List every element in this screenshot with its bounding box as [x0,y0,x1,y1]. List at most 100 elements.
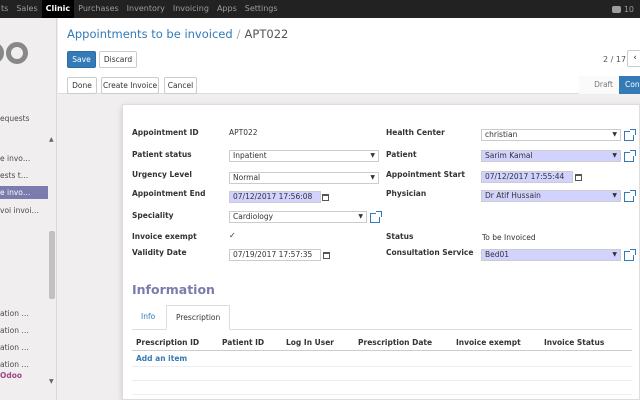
external-link-icon[interactable] [624,190,636,202]
validity-date-label: Validity Date [132,248,187,257]
caret-down-icon: ▼ [612,152,617,159]
chat-counter[interactable]: 10 [611,0,634,18]
calendar-icon[interactable] [575,174,582,181]
speciality-label: Speciality [132,211,174,220]
calendar-icon[interactable] [322,194,329,201]
external-link-icon[interactable] [624,129,636,141]
breadcrumb-parent[interactable]: Appointments to be invoiced [67,27,233,41]
table-row [132,366,632,381]
consultation-service-value: Bed01 [485,250,510,259]
stage-draft[interactable]: Draft [579,76,619,94]
patient-status-select[interactable]: Inpatient ▼ [229,150,379,162]
menu-item-apps[interactable]: Apps [213,0,241,18]
menu-item-partial[interactable]: ts [0,0,12,18]
sidebar-item[interactable]: ation … [0,324,48,337]
appointment-id-value: APT022 [229,128,258,137]
sidebar-item[interactable]: ation … [0,341,48,354]
health-center-value: christian [485,130,518,139]
caret-down-icon: ▼ [370,152,375,159]
create-invoice-button[interactable]: Create Invoice [101,77,159,94]
breadcrumb-separator: / [236,27,241,41]
column-header[interactable]: Log In User [282,335,354,351]
menu-item-invoicing[interactable]: Invoicing [169,0,213,18]
column-header[interactable]: Patient ID [218,335,282,351]
sidebar: equests e invo… ests t… e invo… voi invo… [0,18,57,400]
sidebar-scrollbar-thumb[interactable] [49,231,55,299]
powered-by[interactable]: Odoo [0,371,22,380]
add-item-link[interactable]: Add an item [136,354,187,363]
table-row [132,380,632,395]
external-link-icon[interactable] [624,249,636,261]
tab-prescription[interactable]: Prescription [166,305,231,330]
patient-select[interactable]: Sarim Kamal ▼ [481,150,621,162]
status-label: Status [386,232,414,241]
chat-count: 10 [623,4,634,14]
consultation-service-label: Consultation Service [386,248,474,257]
sidebar-item[interactable]: ests t… [0,169,48,182]
column-header[interactable]: Invoice Status [540,335,632,351]
table-row: Add an item [132,350,632,367]
menu-item-sales[interactable]: Sales [12,0,41,18]
external-link-icon[interactable] [624,150,636,162]
tab-info[interactable]: Info [132,305,164,330]
sidebar-item[interactable]: equests [0,112,48,125]
stage-confirmed[interactable]: Confi [619,76,640,94]
menu-item-purchases[interactable]: Purchases [74,0,123,18]
menu-item-settings[interactable]: Settings [241,0,282,18]
odoo-logo [0,40,42,68]
prescription-table: Prescription ID Patient ID Log In User P… [132,335,632,395]
physician-select[interactable]: Dr Atif Hussain ▼ [481,190,621,202]
appointment-end-input[interactable]: 07/12/2017 17:56:08 [229,191,321,203]
speciality-select[interactable]: Cardiology ▼ [229,211,367,223]
menu-item-clinic[interactable]: Clinic [41,0,75,18]
appointment-end-label: Appointment End [132,189,206,198]
form-sheet: Appointment ID APT022 Patient status Inp… [122,104,640,400]
notebook-tabs: Info Prescription [132,305,632,330]
consultation-service-select[interactable]: Bed01 ▼ [481,249,621,261]
scroll-down-icon[interactable]: ▼ [49,378,54,385]
cancel-button[interactable]: Cancel [164,77,197,94]
physician-label: Physician [386,189,427,198]
health-center-label: Health Center [386,128,445,137]
menu-item-inventory[interactable]: Inventory [123,0,169,18]
patient-label: Patient [386,150,417,159]
scroll-up-icon[interactable]: ▲ [49,136,54,143]
sidebar-item[interactable]: voi invoi… [0,204,48,217]
health-center-select[interactable]: christian ▼ [481,129,621,141]
patient-status-value: Inpatient [233,151,267,160]
invoice-exempt-label: Invoice exempt [132,232,197,241]
breadcrumb-current: APT022 [244,27,289,41]
caret-down-icon: ▼ [358,213,363,220]
main-menu: ts Sales Clinic Purchases Inventory Invo… [0,0,282,18]
column-header[interactable]: Prescription Date [354,335,452,351]
sidebar-item[interactable]: ation … [0,307,48,320]
column-header[interactable]: Invoice exempt [452,335,540,351]
patient-status-label: Patient status [132,150,192,159]
physician-value: Dr Atif Hussain [485,191,541,200]
status-value: To be Invoiced [482,233,536,242]
header-statusbar: Done Create Invoice Cancel Draft Confi [58,76,640,94]
urgency-select[interactable]: Normal ▼ [229,172,379,184]
caret-down-icon: ▼ [612,131,617,138]
column-header[interactable]: Prescription ID [132,335,218,351]
sidebar-item[interactable]: e invo… [0,152,48,165]
sidebar-item[interactable]: ation … [0,358,48,371]
calendar-icon[interactable] [323,252,330,259]
patient-value: Sarim Kamal [485,151,533,160]
sidebar-item-active[interactable]: e invo… [0,186,48,199]
invoice-exempt-checkbox[interactable]: ✓ [229,232,237,240]
information-section-title: Information [132,282,215,297]
appointment-start-input[interactable]: 07/12/2017 17:55:44 [481,171,573,183]
validity-date-input[interactable]: 07/19/2017 17:57:35 [229,249,321,261]
breadcrumb: Appointments to be invoiced / APT022 [67,27,288,41]
external-link-icon[interactable] [370,211,382,223]
save-button[interactable]: Save [67,51,96,68]
discard-button[interactable]: Discard [99,51,137,68]
chat-icon [611,5,621,13]
urgency-label: Urgency Level [132,170,192,179]
speciality-value: Cardiology [233,212,274,221]
pager-prev-button[interactable]: ‹ [627,50,640,67]
done-button[interactable]: Done [67,77,97,94]
urgency-value: Normal [233,173,261,182]
powered-brand: Odoo [0,371,23,380]
